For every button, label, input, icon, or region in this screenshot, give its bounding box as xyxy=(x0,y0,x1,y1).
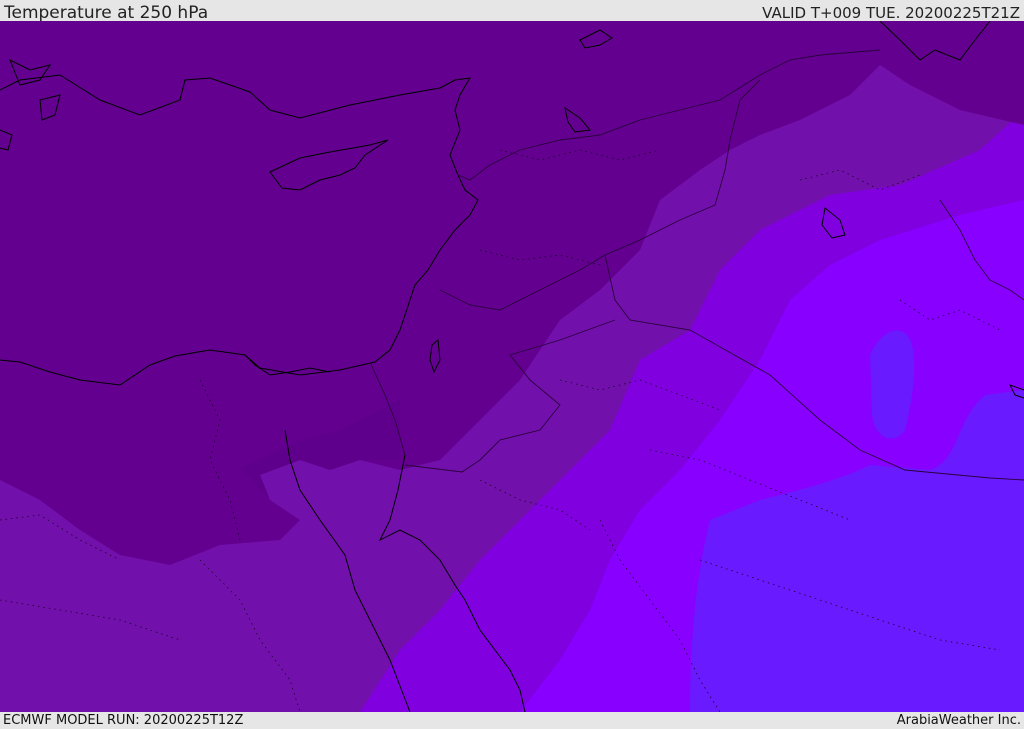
credit-label: ArabiaWeather Inc. xyxy=(896,713,1021,728)
temperature-field-map xyxy=(0,21,1024,712)
model-run-label: ECMWF MODEL RUN: 20200225T12Z xyxy=(3,713,244,728)
header-bar: Temperature at 250 hPa VALID T+009 TUE. … xyxy=(0,0,1024,23)
map-title: Temperature at 250 hPa xyxy=(4,3,209,23)
weather-map xyxy=(0,21,1024,712)
footer-bar: ECMWF MODEL RUN: 20200225T12Z ArabiaWeat… xyxy=(0,712,1024,729)
valid-time: VALID T+009 TUE. 20200225T21Z xyxy=(762,4,1020,22)
